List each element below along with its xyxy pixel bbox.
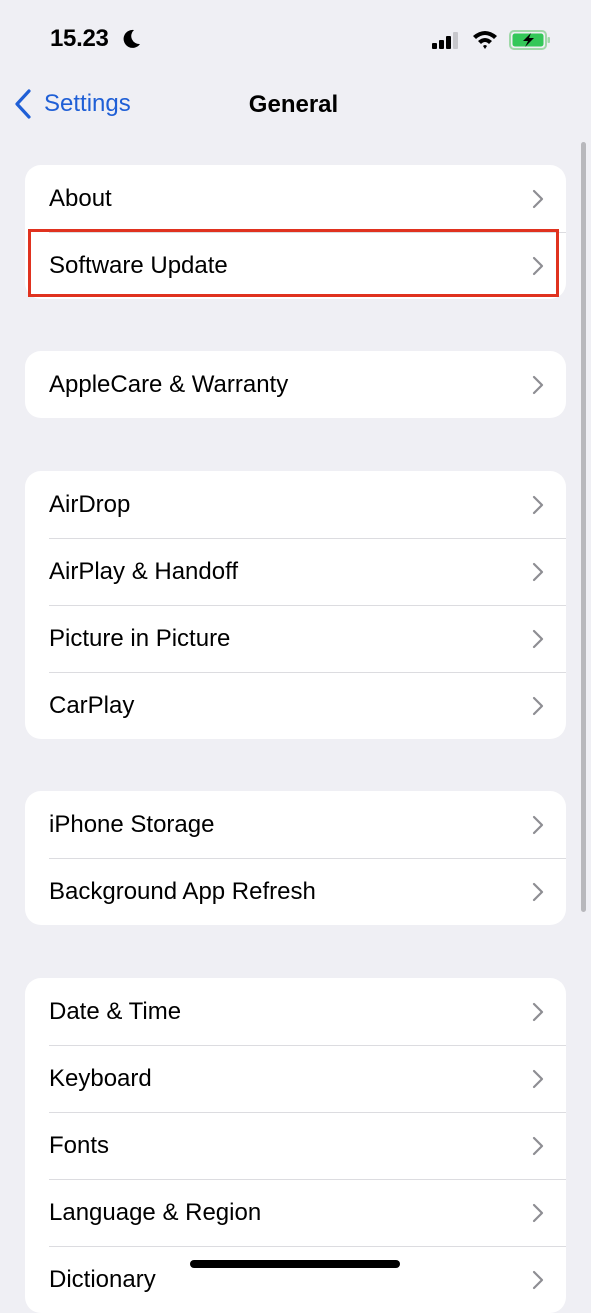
chevron-right-icon [532, 629, 544, 649]
row-label: Software Update [49, 252, 228, 279]
settings-group: About Software Update [25, 165, 566, 299]
settings-group: AppleCare & Warranty [25, 351, 566, 418]
row-label: About [49, 185, 112, 212]
row-label: Date & Time [49, 998, 182, 1025]
row-software-update[interactable]: Software Update [25, 232, 566, 299]
row-carplay[interactable]: CarPlay [25, 672, 566, 739]
page-title: General [248, 91, 339, 118]
chevron-right-icon [532, 1203, 544, 1223]
scrollbar[interactable] [581, 142, 586, 912]
status-time: 15.23 [50, 25, 109, 52]
chevron-right-icon [532, 189, 544, 209]
row-label: Language & Region [49, 1199, 262, 1226]
chevron-right-icon [532, 815, 544, 835]
row-iphone-storage[interactable]: iPhone Storage [25, 791, 566, 858]
moon-icon [123, 29, 140, 48]
chevron-right-icon [532, 562, 544, 582]
row-airdrop[interactable]: AirDrop [25, 471, 566, 538]
chevron-right-icon [532, 696, 544, 716]
cellular-signal-icon [432, 32, 458, 49]
row-applecare-and-warranty[interactable]: AppleCare & Warranty [25, 351, 566, 418]
chevron-right-icon [532, 882, 544, 902]
row-date-and-time[interactable]: Date & Time [25, 978, 566, 1045]
row-label: Background App Refresh [49, 878, 316, 905]
settings-group: AirDrop AirPlay & Handoff Picture in Pictu… [25, 471, 566, 739]
row-label: Keyboard [49, 1065, 152, 1092]
row-picture-in-picture[interactable]: Picture in Picture [25, 605, 566, 672]
row-about[interactable]: About [25, 165, 566, 232]
chevron-right-icon [532, 375, 544, 395]
wifi-icon [473, 31, 497, 49]
row-label: AirPlay & Handoff [49, 558, 238, 585]
chevron-right-icon [532, 495, 544, 515]
navigation-bar: Settings General [0, 80, 591, 130]
status-bar: 15.23 [0, 0, 591, 70]
chevron-right-icon [532, 256, 544, 276]
row-label: CarPlay [49, 692, 135, 719]
row-label: AppleCare & Warranty [49, 371, 289, 398]
row-language-and-region[interactable]: Language & Region [25, 1179, 566, 1246]
row-keyboard[interactable]: Keyboard [25, 1045, 566, 1112]
row-label: Picture in Picture [49, 625, 231, 652]
battery-charging-icon [509, 30, 550, 50]
home-indicator[interactable] [190, 1260, 400, 1268]
row-label: Fonts [49, 1132, 110, 1159]
row-fonts[interactable]: Fonts [25, 1112, 566, 1179]
chevron-right-icon [532, 1136, 544, 1156]
row-label: iPhone Storage [49, 811, 215, 838]
chevron-right-icon [532, 1270, 544, 1290]
chevron-right-icon [532, 1069, 544, 1089]
chevron-right-icon [532, 1002, 544, 1022]
row-label: AirDrop [49, 491, 131, 518]
row-airplay-and-handoff[interactable]: AirPlay & Handoff [25, 538, 566, 605]
settings-group: iPhone Storage Background App Refresh [25, 791, 566, 925]
row-background-app-refresh[interactable]: Background App Refresh [25, 858, 566, 925]
